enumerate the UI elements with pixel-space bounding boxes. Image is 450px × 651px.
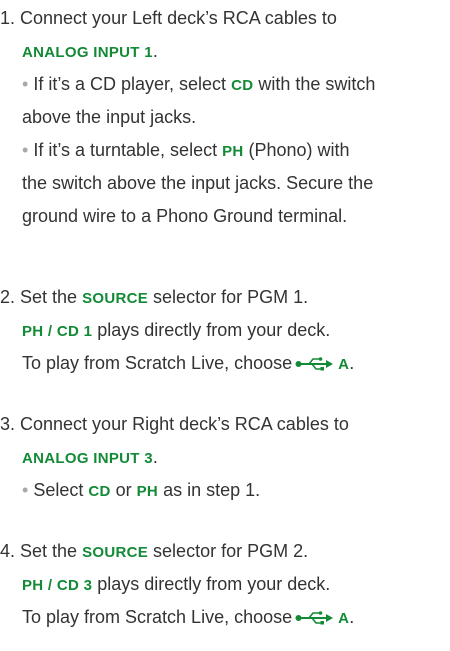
text: If it’s a turntable, select	[28, 140, 223, 160]
keyword-source: SOURCE	[82, 544, 149, 561]
step-3: 3. Connect your Right deck’s RCA cables …	[0, 408, 450, 507]
text: To play from Scratch Live, choose	[22, 353, 293, 373]
text: (Phono) with	[243, 140, 350, 160]
keyword-source: SOURCE	[82, 290, 149, 307]
step-1-line-6: the switch above the input jacks. Secure…	[22, 173, 374, 193]
keyword-a: A	[338, 356, 350, 373]
text: 4. Set the	[0, 541, 83, 561]
instruction-page: 1. Connect your Left deck’s RCA cables t…	[0, 0, 450, 651]
step-4-line-2: PH / CD 3 plays directly from your deck.	[0, 568, 450, 601]
step-4-line-1: 4. Set the SOURCE selector for PGM 2.	[0, 535, 450, 568]
step-1-bullet-cd: • If it’s a CD player, select CD with th…	[0, 68, 450, 101]
step-3-line-2: ANALOG INPUT 3.	[0, 441, 450, 474]
step-1-line-2: ANALOG INPUT 1.	[0, 35, 450, 68]
text: selector for PGM 2.	[148, 541, 309, 561]
keyword-a: A	[338, 610, 350, 627]
text: plays directly from your deck.	[92, 320, 331, 340]
step-3-bullet: • Select CD or PH as in step 1.	[0, 474, 450, 507]
step-2-line-1: 2. Set the SOURCE selector for PGM 1.	[0, 281, 450, 314]
step-3-line-1: 3. Connect your Right deck’s RCA cables …	[0, 414, 349, 434]
step-1-line-7: ground wire to a Phono Ground terminal.	[22, 206, 348, 226]
keyword-ph: PH	[136, 483, 159, 500]
text: selector for PGM 1.	[148, 287, 309, 307]
step-1-line-1: 1. Connect your Left deck’s RCA cables t…	[0, 8, 337, 28]
text: as in step 1.	[158, 480, 261, 500]
period: .	[152, 41, 158, 61]
text: To play from Scratch Live, choose	[22, 607, 293, 627]
keyword-cd: CD	[231, 77, 254, 94]
text: Select	[28, 480, 89, 500]
text: plays directly from your deck.	[92, 574, 331, 594]
step-2-line-2: PH / CD 1 plays directly from your deck.	[0, 314, 450, 347]
keyword-analog-input-3: ANALOG INPUT 3	[22, 450, 153, 467]
usb-icon	[295, 604, 335, 637]
text: or	[110, 480, 137, 500]
keyword-ph-cd-3: PH / CD 3	[22, 577, 93, 594]
step-4-line-3: To play from Scratch Live, choose A.	[0, 601, 450, 634]
keyword-ph-cd-1: PH / CD 1	[22, 323, 93, 340]
period: .	[349, 607, 355, 627]
keyword-ph: PH	[222, 143, 244, 160]
text: with the switch	[253, 74, 376, 94]
step-1-line-4: above the input jacks.	[22, 107, 197, 127]
keyword-cd: CD	[88, 483, 111, 500]
step-1-bullet-ph: • If it’s a turntable, select PH (Phono)…	[0, 134, 450, 167]
usb-icon	[295, 350, 335, 383]
step-4: 4. Set the SOURCE selector for PGM 2. PH…	[0, 535, 450, 634]
text: If it’s a CD player, select	[28, 74, 232, 94]
period: .	[152, 447, 158, 467]
step-1: 1. Connect your Left deck’s RCA cables t…	[0, 2, 450, 233]
text: 2. Set the	[0, 287, 83, 307]
step-2-line-3: To play from Scratch Live, choose A.	[0, 347, 450, 380]
keyword-analog-input-1: ANALOG INPUT 1	[22, 44, 153, 61]
step-2: 2. Set the SOURCE selector for PGM 1. PH…	[0, 281, 450, 380]
period: .	[349, 353, 355, 373]
